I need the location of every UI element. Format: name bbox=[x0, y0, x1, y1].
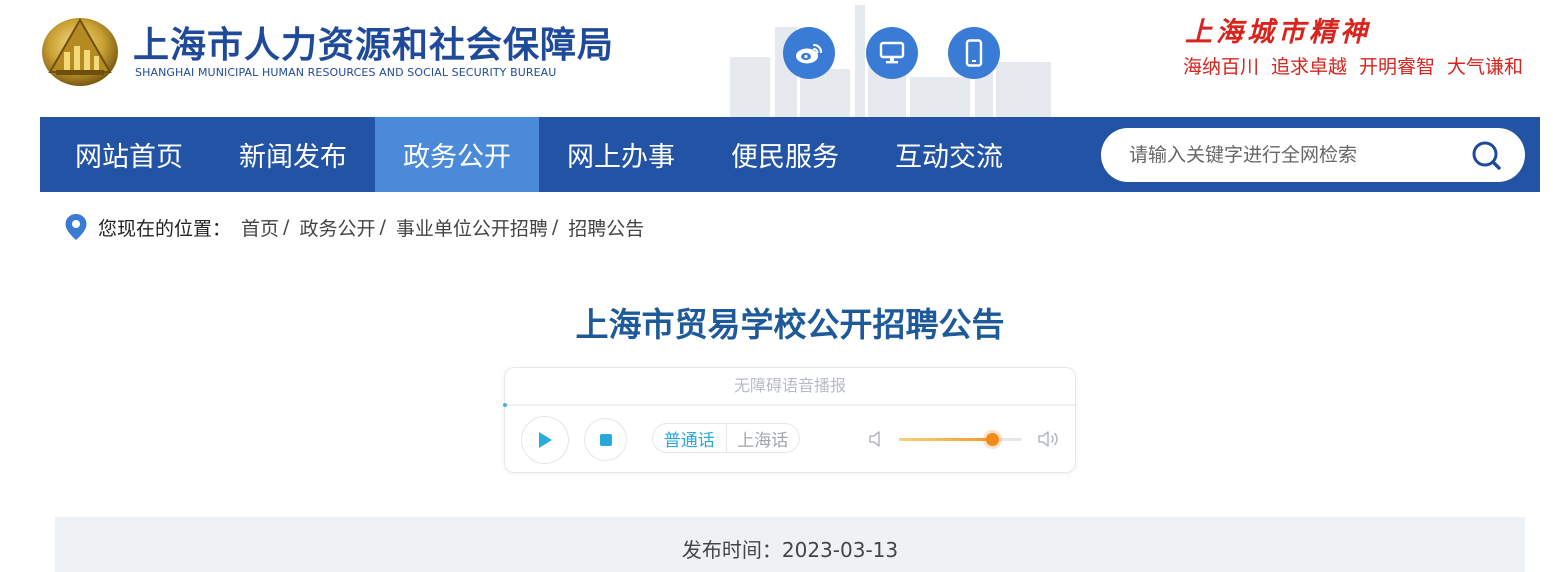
breadcrumb-public-recruitment[interactable]: 事业单位公开招聘 bbox=[396, 214, 548, 241]
volume-high-icon[interactable] bbox=[1036, 429, 1062, 449]
city-spirit-item: 大气谦和 bbox=[1447, 56, 1524, 78]
location-pin-icon bbox=[65, 214, 87, 240]
lang-mandarin-option[interactable]: 普通话 bbox=[653, 424, 726, 452]
city-spirit-list: 海纳百川 追求卓越 开明睿智 大气谦和 bbox=[1183, 52, 1523, 79]
search-input[interactable] bbox=[1129, 128, 1459, 182]
lang-shanghainese-option[interactable]: 上海话 bbox=[725, 424, 800, 452]
stop-icon bbox=[599, 433, 612, 446]
search-box bbox=[1101, 128, 1525, 182]
play-button[interactable] bbox=[521, 416, 569, 464]
mobile-icon[interactable] bbox=[948, 27, 1000, 79]
volume-knob[interactable] bbox=[986, 433, 1000, 446]
stop-button[interactable] bbox=[584, 418, 627, 461]
breadcrumb-home[interactable]: 首页 bbox=[241, 214, 279, 241]
main-nav: 网站首页 新闻发布 政务公开 网上办事 便民服务 互动交流 bbox=[40, 117, 1540, 192]
language-toggle: 普通话 上海话 bbox=[652, 423, 800, 453]
breadcrumb-government-affairs[interactable]: 政务公开 bbox=[299, 214, 375, 241]
city-spirit-item: 海纳百川 bbox=[1183, 56, 1260, 78]
play-icon bbox=[539, 432, 552, 448]
breadcrumb-separator: / bbox=[283, 216, 290, 238]
nav-item-government-affairs[interactable]: 政务公开 bbox=[375, 117, 539, 192]
audio-progress-bar[interactable] bbox=[503, 403, 1075, 407]
monitor-icon[interactable] bbox=[866, 27, 918, 79]
article-title: 上海市贸易学校公开招聘公告 bbox=[575, 305, 1005, 344]
weibo-icon[interactable] bbox=[783, 27, 835, 79]
nav-item-home[interactable]: 网站首页 bbox=[47, 117, 211, 192]
article-meta-bar: 发布时间：2023-03-13 bbox=[55, 517, 1525, 572]
breadcrumb-separator: / bbox=[551, 216, 559, 238]
volume-low-icon[interactable] bbox=[867, 429, 887, 449]
audio-player-title: 无障碍语音播报 bbox=[733, 376, 846, 395]
city-spirit-title: 上海城市精神 bbox=[1185, 17, 1371, 48]
nav-item-online-services[interactable]: 网上办事 bbox=[539, 117, 703, 192]
volume-slider[interactable] bbox=[899, 433, 1022, 446]
audio-player: 无障碍语音播报 普通话 上海话 bbox=[503, 367, 1076, 473]
volume-fill bbox=[899, 438, 993, 441]
city-spirit-item: 开明睿智 bbox=[1359, 56, 1436, 78]
nav-item-interaction[interactable]: 互动交流 bbox=[867, 117, 1031, 192]
breadcrumb-separator: / bbox=[379, 216, 386, 238]
bureau-emblem-icon[interactable] bbox=[40, 12, 120, 88]
breadcrumb-recruitment-notice[interactable]: 招聘公告 bbox=[568, 214, 644, 241]
nav-item-news[interactable]: 新闻发布 bbox=[211, 117, 375, 192]
breadcrumb: 您现在的位置： 首页 / 政务公开 / 事业单位公开招聘 / 招聘公告 bbox=[64, 213, 644, 241]
publish-date: 2023-03-13 bbox=[781, 538, 899, 562]
site-subtitle: SHANGHAI MUNICIPAL HUMAN RESOURCES AND S… bbox=[135, 66, 557, 79]
site-title[interactable]: 上海市人力资源和社会保障局 bbox=[133, 16, 614, 68]
breadcrumb-label: 您现在的位置： bbox=[98, 217, 232, 240]
site-header: 上海市人力资源和社会保障局 SHANGHAI MUNICIPAL HUMAN R… bbox=[0, 0, 1553, 117]
publish-info: 发布时间：2023-03-13 bbox=[55, 534, 1525, 563]
city-spirit-item: 追求卓越 bbox=[1271, 56, 1348, 78]
nav-item-public-services[interactable]: 便民服务 bbox=[703, 117, 867, 192]
publish-label: 发布时间： bbox=[681, 538, 782, 562]
search-icon[interactable] bbox=[1471, 140, 1503, 172]
